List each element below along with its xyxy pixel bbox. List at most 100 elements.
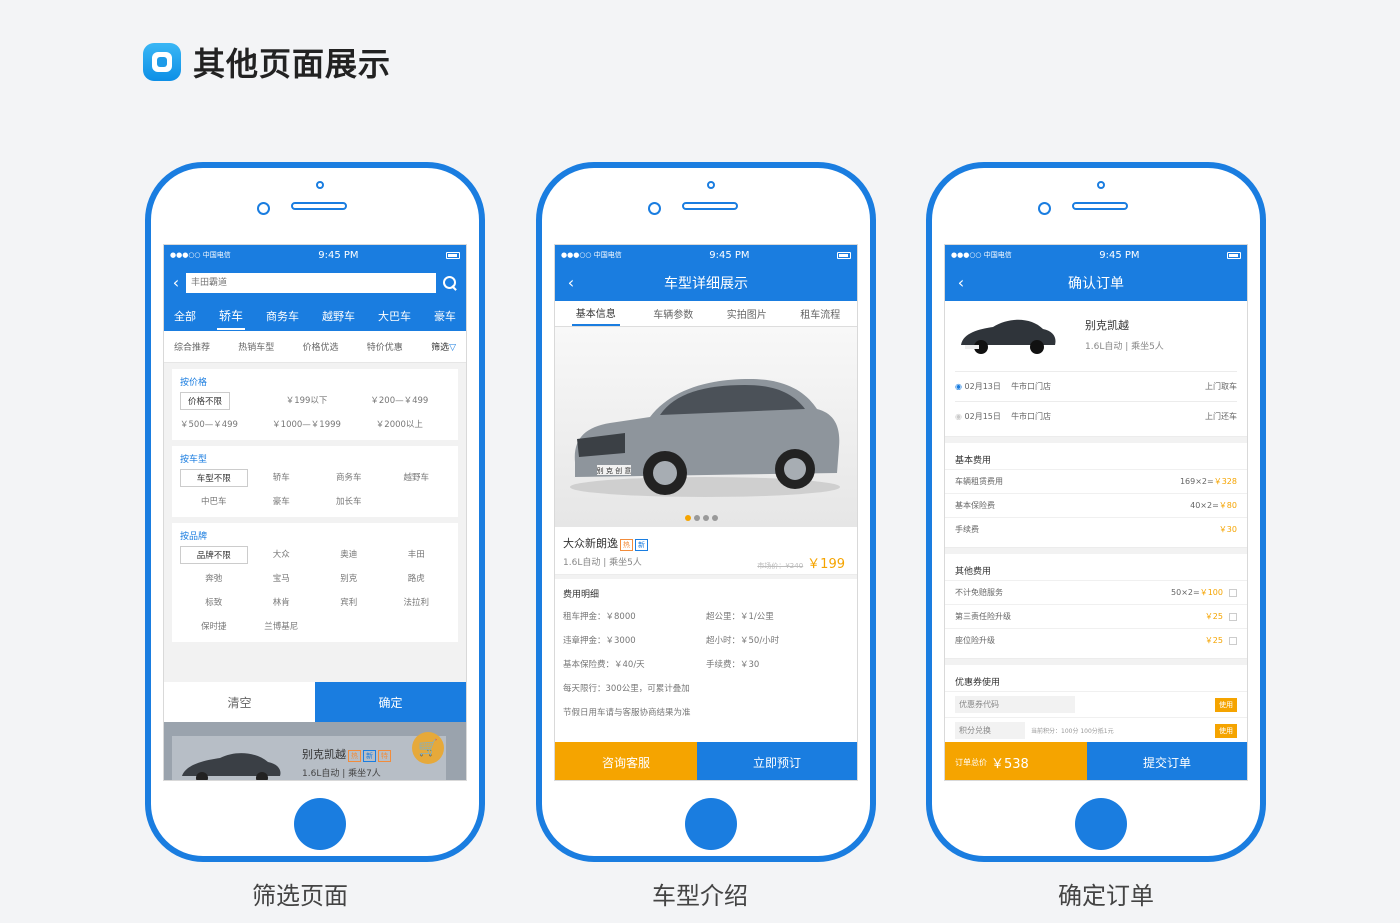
fee-row: 基本保险费 40×2=￥80 [945,493,1247,517]
tab-basic-info[interactable]: 基本信息 [571,301,620,326]
checkbox[interactable] [1229,588,1237,597]
back-icon[interactable]: ‹ [561,273,581,293]
checkbox[interactable] [1229,636,1237,645]
brand-option[interactable]: 奔弛 [180,570,248,588]
brand-option[interactable]: 大众 [248,546,316,564]
car-list-item[interactable]: 别克凯越热新特 1.6L自动 | 乘坐7人 [172,736,446,780]
price-option[interactable]: ￥500—￥499 [180,416,238,434]
price-option[interactable]: ￥1000—￥1999 [264,416,348,434]
battery-icon [837,251,851,259]
brand-option[interactable]: 保时捷 [180,618,248,636]
tab-bus[interactable]: 大巴车 [376,304,413,328]
sort-price[interactable]: 价格优选 [303,340,339,353]
new-tag: 新 [363,750,376,762]
confirm-button[interactable]: 确定 [315,682,466,722]
type-option[interactable]: 加长车 [315,493,383,511]
current-price: ￥199 [807,557,845,572]
order-car-card: 别克凯越 1.6L自动 | 乘坐5人 ◉ 02月13日 牛市口门店 上门取车 ◉… [945,301,1247,437]
special-tag: 特 [378,750,391,762]
coupon-row: 优惠券代码 使用 [945,691,1247,717]
brand-option[interactable]: 丰田 [383,546,451,564]
fee-title: 费用明细 [563,590,600,600]
search-icon[interactable] [440,273,460,293]
brand-option[interactable]: 兰博基尼 [248,618,316,636]
points-input[interactable]: 积分兑换 [955,722,1025,739]
speaker-slot [1072,202,1128,210]
consult-button[interactable]: 咨询客服 [555,742,697,780]
brand-option[interactable]: 标致 [180,594,248,612]
coupon-title: 优惠券使用 [955,677,1001,688]
option-row[interactable]: 座位险升级 ￥25 [945,628,1247,652]
carousel-dot[interactable] [712,515,718,521]
phone-detail: ●●●○○ 中国电信 9:45 PM ‹ 车型详细展示 基本信息 车辆参数 实拍图片… [536,162,876,862]
submit-order-button[interactable]: 提交订单 [1087,742,1247,780]
pickup-row[interactable]: ◉ 02月13日 牛市口门店 上门取车 [945,381,1247,392]
return-info: ◉ 02月15日 牛市口门店 [955,411,1051,422]
type-option[interactable]: 越野车 [383,469,451,487]
book-now-button[interactable]: 立即预订 [697,742,857,780]
tab-suv[interactable]: 越野车 [320,304,357,328]
brand-option[interactable]: 宾利 [315,594,383,612]
pickup-dot-icon: ◉ [955,382,962,391]
option-calc: 50×2= [1171,588,1200,597]
sort-special[interactable]: 特价优惠 [367,340,403,353]
option-row[interactable]: 不计免赔服务 50×2=￥100 [945,580,1247,604]
nav-title: 车型详细展示 [664,276,748,292]
clear-button[interactable]: 清空 [164,682,315,722]
caption-order: 确定订单 [1058,882,1154,910]
tab-luxury[interactable]: 豪车 [432,304,458,328]
brand-option[interactable]: 林肯 [248,594,316,612]
brand-options: 品牌不限 大众 奥迪 丰田 奔弛 宝马 别克 路虎 标致 林肯 宾利 法拉利 保… [180,546,450,636]
brand-option[interactable]: 法拉利 [383,594,451,612]
tab-all[interactable]: 全部 [172,304,198,328]
carousel-dot[interactable] [685,515,691,521]
checkbox[interactable] [1229,612,1237,621]
sort-hot[interactable]: 热销车型 [238,340,274,353]
brand-option[interactable]: 宝马 [248,570,316,588]
type-option[interactable]: 商务车 [315,469,383,487]
price-option[interactable]: ￥2000以上 [349,416,450,434]
return-row[interactable]: ◉ 02月15日 牛市口门店 上门还车 [945,411,1247,422]
carousel-dot[interactable] [703,515,709,521]
fee-item: 超小时：￥50/小时 [706,636,780,646]
price-option[interactable]: ￥199以下 [264,392,348,410]
brand-option[interactable]: 品牌不限 [180,546,248,564]
use-points-button[interactable]: 使用 [1215,723,1237,738]
type-option[interactable]: 车型不限 [180,469,248,487]
speaker-slot [291,202,347,210]
brand-option[interactable]: 奥迪 [315,546,383,564]
option-label: 座位险升级 [955,636,995,645]
fee-item: 租车押金：￥8000 [563,612,636,622]
price-option[interactable]: ￥200—￥499 [349,392,450,410]
battery-icon [446,251,460,259]
car-image-carousel[interactable]: 别 克 创 意 [555,327,857,527]
section-icon [143,43,181,81]
brand-option[interactable]: 路虎 [383,570,451,588]
brand-filter: 按品牌 品牌不限 大众 奥迪 丰田 奔弛 宝马 别克 路虎 标致 林肯 宾利 法… [172,523,458,642]
tab-params[interactable]: 车辆参数 [653,306,693,321]
sort-recommend[interactable]: 综合推荐 [174,340,210,353]
price-options: 价格不限 ￥199以下 ￥200—￥499 ￥500—￥499 ￥1000—￥1… [180,392,450,434]
type-option[interactable]: 轿车 [248,469,316,487]
brand-option[interactable]: 别克 [315,570,383,588]
price-option[interactable]: 价格不限 [180,392,230,410]
search-input[interactable] [186,273,436,293]
coupon-input[interactable]: 优惠券代码 [955,696,1075,713]
carousel-dot[interactable] [694,515,700,521]
car-thumb [961,319,1056,354]
tab-photos[interactable]: 实拍图片 [727,306,767,321]
option-row[interactable]: 第三责任险升级 ￥25 [945,604,1247,628]
tab-business[interactable]: 商务车 [264,304,301,328]
tab-process[interactable]: 租车流程 [800,306,840,321]
status-bar: ●●●○○ 中国电信 9:45 PM [945,245,1247,265]
tab-sedan[interactable]: 轿车 [216,303,245,330]
back-icon[interactable]: ‹ [170,273,182,293]
back-icon[interactable]: ‹ [951,273,971,293]
fee-amount: ￥328 [1213,477,1237,486]
sort-bar: 综合推荐 热销车型 价格优选 特价优惠 筛选▽ [164,331,466,363]
type-option[interactable]: 豪车 [248,493,316,511]
cart-icon[interactable]: 🛒 [412,732,444,764]
type-option[interactable]: 中巴车 [180,493,248,511]
filter-toggle[interactable]: 筛选▽ [431,340,456,353]
use-coupon-button[interactable]: 使用 [1215,697,1237,712]
